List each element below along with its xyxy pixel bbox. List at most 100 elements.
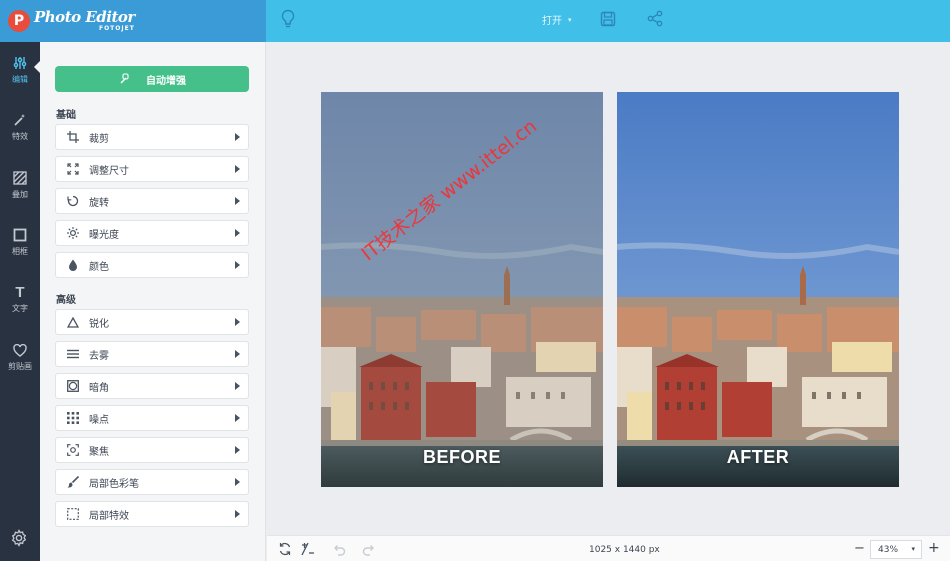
noise-dots-icon bbox=[66, 411, 80, 425]
chevron-right-icon bbox=[235, 318, 240, 326]
settings-gear-icon[interactable] bbox=[10, 529, 28, 547]
text-icon: T bbox=[15, 283, 25, 301]
tool-color-splash[interactable]: 局部色彩笔 bbox=[55, 469, 249, 495]
tool-label: 颜色 bbox=[89, 261, 109, 273]
rail-item-overlay[interactable]: 叠加 bbox=[0, 162, 40, 208]
tool-crop[interactable]: 裁剪 bbox=[55, 124, 249, 150]
chevron-right-icon bbox=[235, 414, 240, 422]
after-image bbox=[617, 92, 899, 487]
tool-vignette[interactable]: 暗角 bbox=[55, 373, 249, 399]
tool-label: 调整尺寸 bbox=[89, 165, 129, 177]
before-label: BEFORE bbox=[422, 447, 501, 467]
tool-color[interactable]: 颜色 bbox=[55, 252, 249, 278]
triangle-icon bbox=[66, 315, 80, 329]
tool-resize[interactable]: 调整尺寸 bbox=[55, 156, 249, 182]
selection-icon bbox=[66, 507, 80, 521]
magic-wand-icon bbox=[13, 112, 27, 128]
logo-title: Photo Editor bbox=[34, 8, 135, 26]
zoom-out-button[interactable]: − bbox=[854, 541, 865, 556]
magic-wand-icon bbox=[120, 73, 129, 84]
overlay-icon bbox=[13, 170, 27, 186]
chevron-right-icon bbox=[235, 229, 240, 237]
tool-label: 噪点 bbox=[89, 414, 109, 426]
redo-icon[interactable] bbox=[362, 542, 376, 556]
tool-label: 裁剪 bbox=[89, 133, 109, 145]
chevron-right-icon bbox=[235, 165, 240, 173]
logo-badge: P bbox=[8, 10, 30, 32]
chevron-right-icon bbox=[235, 446, 240, 454]
chevron-down-icon: ▾ bbox=[568, 15, 572, 24]
zoom-in-button[interactable]: + bbox=[928, 540, 940, 556]
sun-icon bbox=[66, 226, 80, 240]
rail-label: 文字 bbox=[12, 304, 28, 313]
lightbulb-icon[interactable] bbox=[280, 9, 296, 29]
tool-local-effects[interactable]: 局部特效 bbox=[55, 501, 249, 527]
tool-sharpen[interactable]: 锐化 bbox=[55, 309, 249, 335]
focus-icon bbox=[66, 443, 80, 457]
tool-dehaze[interactable]: 去雾 bbox=[55, 341, 249, 367]
basic-section-title: 基础 bbox=[56, 110, 76, 121]
left-rail: 编辑 特效 叠加 相框 T 文字 剪贴画 bbox=[0, 42, 40, 561]
resize-icon bbox=[66, 162, 80, 176]
chevron-down-icon: ▾ bbox=[911, 545, 915, 553]
tool-exposure[interactable]: 曝光度 bbox=[55, 220, 249, 246]
droplet-icon bbox=[66, 258, 80, 272]
zoom-value: 43% bbox=[878, 544, 899, 555]
logo-text: Photo Editor FOTOJET bbox=[34, 10, 135, 32]
rail-item-clipart[interactable]: 剪贴画 bbox=[0, 334, 40, 380]
auto-enhance-button[interactable]: 自动增强 bbox=[55, 66, 249, 92]
tool-noise[interactable]: 噪点 bbox=[55, 405, 249, 431]
dehaze-lines-icon bbox=[66, 347, 80, 361]
zoom-select[interactable]: 43% ▾ bbox=[870, 540, 922, 559]
before-image bbox=[321, 92, 603, 487]
chevron-right-icon bbox=[235, 133, 240, 141]
tool-label: 曝光度 bbox=[89, 229, 119, 241]
rail-label: 特效 bbox=[12, 132, 28, 141]
tool-label: 局部特效 bbox=[89, 510, 129, 522]
brush-icon bbox=[66, 475, 80, 489]
chevron-right-icon bbox=[235, 350, 240, 358]
tool-label: 去雾 bbox=[89, 350, 109, 362]
rail-item-effects[interactable]: 特效 bbox=[0, 104, 40, 150]
open-button[interactable]: 打开 ▾ bbox=[542, 12, 572, 28]
tool-label: 旋转 bbox=[89, 197, 109, 209]
tool-label: 聚焦 bbox=[89, 446, 109, 458]
undo-icon[interactable] bbox=[332, 542, 346, 556]
rail-label: 剪贴画 bbox=[8, 362, 32, 371]
tool-label: 局部色彩笔 bbox=[89, 478, 139, 490]
rail-label: 相框 bbox=[12, 247, 28, 256]
rail-item-text[interactable]: T 文字 bbox=[0, 276, 40, 322]
before-photo: BEFORE bbox=[321, 92, 603, 487]
tool-label: 锐化 bbox=[89, 318, 109, 330]
rail-label: 编辑 bbox=[12, 75, 28, 84]
logo-area: P Photo Editor FOTOJET bbox=[0, 0, 266, 42]
sliders-icon bbox=[13, 55, 27, 71]
rotate-icon bbox=[66, 194, 80, 208]
tools-panel: 自动增强 基础 裁剪 调整尺寸 旋转 曝光度 颜色 高级 锐化 去雾 暗角 噪点… bbox=[40, 42, 266, 561]
rail-label: 叠加 bbox=[12, 190, 28, 199]
crop-icon bbox=[66, 130, 80, 144]
share-icon[interactable] bbox=[647, 10, 663, 27]
vignette-icon bbox=[66, 379, 80, 393]
tool-rotate[interactable]: 旋转 bbox=[55, 188, 249, 214]
save-icon[interactable] bbox=[600, 11, 616, 27]
chevron-right-icon bbox=[235, 478, 240, 486]
image-dimensions: 1025 x 1440 px bbox=[589, 545, 660, 555]
compare-refresh-icon[interactable] bbox=[278, 542, 292, 556]
compare-toggle-icon[interactable] bbox=[301, 542, 315, 556]
chevron-right-icon bbox=[235, 382, 240, 390]
canvas-area[interactable]: BEFORE AFTER bbox=[267, 42, 950, 535]
auto-enhance-label: 自动增强 bbox=[146, 75, 186, 87]
bottom-bar: 1025 x 1440 px − 43% ▾ + bbox=[267, 535, 950, 561]
chevron-right-icon bbox=[235, 261, 240, 269]
logo-subtitle: FOTOJET bbox=[98, 25, 135, 32]
after-photo: AFTER bbox=[617, 92, 899, 487]
chevron-right-icon bbox=[235, 510, 240, 518]
rail-item-frame[interactable]: 相框 bbox=[0, 219, 40, 265]
tool-focus[interactable]: 聚焦 bbox=[55, 437, 249, 463]
frame-icon bbox=[13, 227, 27, 243]
chevron-right-icon bbox=[235, 197, 240, 205]
heart-icon bbox=[13, 342, 27, 358]
advanced-section-title: 高级 bbox=[56, 295, 76, 306]
open-label: 打开 bbox=[542, 16, 562, 27]
